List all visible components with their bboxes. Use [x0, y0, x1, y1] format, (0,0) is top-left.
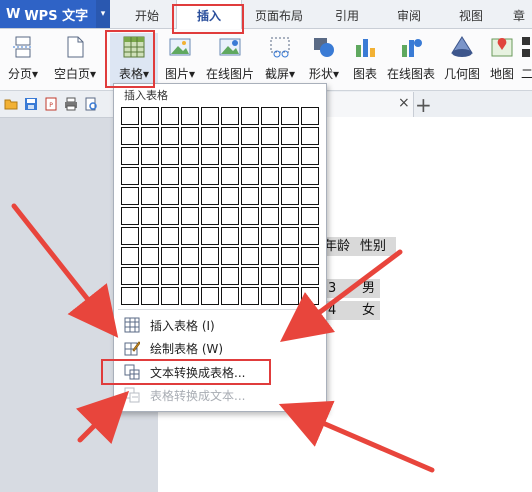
arrow-shape [278, 400, 435, 473]
arrow-shape [280, 249, 403, 342]
arrow-shape [11, 203, 119, 338]
arrow-shape [76, 390, 130, 444]
annotation-arrows [11, 203, 435, 473]
